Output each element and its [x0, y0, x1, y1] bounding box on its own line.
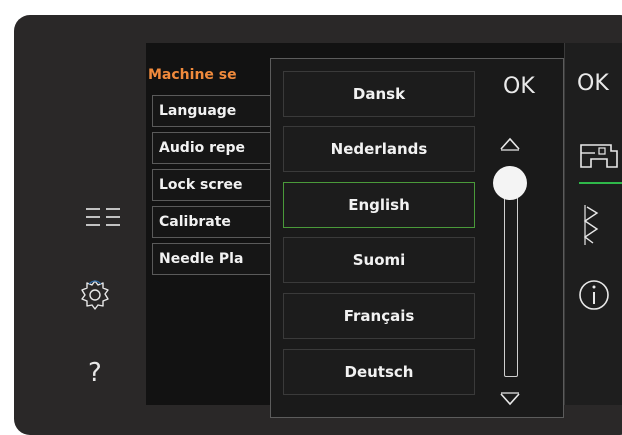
chevron-up-icon[interactable]: [499, 136, 521, 155]
info-icon[interactable]: [577, 278, 611, 316]
page-title: Machine se: [148, 67, 237, 83]
stitch-icon[interactable]: [577, 203, 607, 251]
language-option-nederlands[interactable]: Nederlands: [283, 126, 475, 172]
sewing-machine-icon[interactable]: [577, 139, 621, 177]
ok-button[interactable]: OK: [503, 74, 535, 99]
scrollbar-thumb[interactable]: [493, 166, 527, 200]
language-option-suomi[interactable]: Suomi: [283, 237, 475, 283]
right-ok-button[interactable]: OK: [577, 71, 609, 96]
help-icon[interactable]: ?: [88, 360, 102, 386]
gear-icon[interactable]: [78, 278, 112, 316]
settings-row-label: Language: [159, 103, 237, 119]
left-toolbar: ?: [14, 15, 146, 435]
language-option-dansk[interactable]: Dansk: [283, 71, 475, 117]
right-panel: OK: [564, 43, 622, 405]
settings-row-label: Calibrate: [159, 214, 231, 230]
settings-row-label: Lock scree: [159, 177, 243, 193]
settings-row-label: Audio repe: [159, 140, 246, 156]
device-frame: ? Machine se Language Audio repe Lock sc…: [14, 15, 622, 435]
language-option-deutsch[interactable]: Deutsch: [283, 349, 475, 395]
chevron-down-icon[interactable]: [499, 391, 521, 410]
language-option-francais[interactable]: Français: [283, 293, 475, 339]
language-popup: Dansk Nederlands English Suomi Français …: [270, 58, 564, 418]
settings-row-label: Needle Pla: [159, 251, 244, 267]
active-tab-indicator: [579, 182, 622, 184]
language-option-english[interactable]: English: [283, 182, 475, 228]
scrollbar-track[interactable]: [504, 179, 518, 377]
list-icon[interactable]: [84, 205, 122, 233]
